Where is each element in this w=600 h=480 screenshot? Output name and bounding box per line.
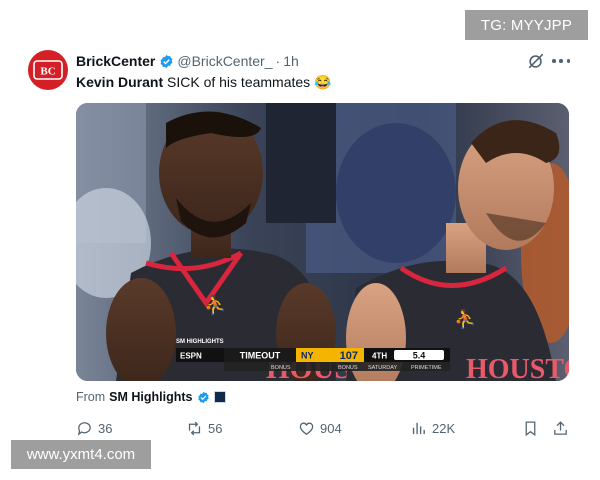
affiliate-badge-icon [213,391,226,403]
bookmark-icon [525,420,536,436]
repost-button[interactable]: 56 [186,418,222,438]
bookmark-button[interactable] [522,418,544,438]
svg-text:BONUS: BONUS [338,365,358,371]
svg-text:107: 107 [340,350,358,362]
views-count: 22K [432,420,456,436]
verified-badge-icon [197,391,209,403]
svg-text:⛹: ⛹ [204,294,226,315]
like-count: 904 [320,420,342,436]
more-options-icon[interactable] [552,52,570,70]
reply-button[interactable]: 36 [76,418,112,438]
svg-text:SM HIGHLIGHTS: SM HIGHLIGHTS [176,339,224,345]
svg-text:TIMEOUT: TIMEOUT [240,351,281,361]
header-separator: · [275,53,281,69]
svg-text:PRIMETIME: PRIMETIME [411,365,442,371]
display-name[interactable]: BrickCenter [76,53,155,69]
reply-count: 36 [98,420,113,436]
share-button[interactable] [552,418,574,438]
grok-icon[interactable] [527,52,545,70]
svg-text:BONUS: BONUS [271,365,291,371]
heart-icon [299,422,314,435]
views-chart-icon [412,422,425,434]
svg-text:ESPN: ESPN [180,352,202,361]
source-attribution: From SM Highlights [76,389,226,405]
action-bar: 36 56 904 22K [76,418,569,438]
tweet-text: Kevin Durant SICK of his teammates 😂 [76,73,332,91]
avatar[interactable]: BC [28,50,68,90]
tweet-header: BrickCenter @BrickCenter_ · 1h [76,52,299,70]
repost-count: 56 [208,420,223,436]
svg-text:4TH: 4TH [372,352,387,361]
source-label: From [76,390,106,404]
svg-text:BC: BC [40,66,55,78]
tweet-media[interactable]: HOUSTON ⛹ HOUSTON ⛹ SM HIGHLIGHTS ESPN T… [76,103,569,381]
source-name[interactable]: SM Highlights [109,390,192,404]
repost-icon [188,421,201,435]
views-button[interactable]: 22K [410,418,455,438]
watermark-website: www.yxmt4.com [11,440,151,469]
svg-text:NY: NY [301,351,314,361]
post-time[interactable]: 1h [283,53,299,69]
svg-text:SATURDAY: SATURDAY [368,365,397,371]
share-icon [554,420,567,435]
svg-text:⛹: ⛹ [454,308,476,329]
tweet-subject: Kevin Durant [76,74,164,90]
user-handle[interactable]: @BrickCenter_ [177,53,272,69]
game-photo: HOUSTON ⛹ HOUSTON ⛹ SM HIGHLIGHTS ESPN T… [76,103,569,381]
tweet-body: SICK of his teammates 😂 [163,74,332,90]
brickcenter-logo-icon: BC [33,60,63,80]
verified-badge-icon [160,54,173,68]
watermark-telegram: TG: MYYJPP [465,10,588,40]
like-button[interactable]: 904 [298,418,342,438]
reply-icon [77,421,91,436]
svg-text:HOUSTON: HOUSTON [466,354,569,381]
svg-text:5.4: 5.4 [413,351,426,361]
